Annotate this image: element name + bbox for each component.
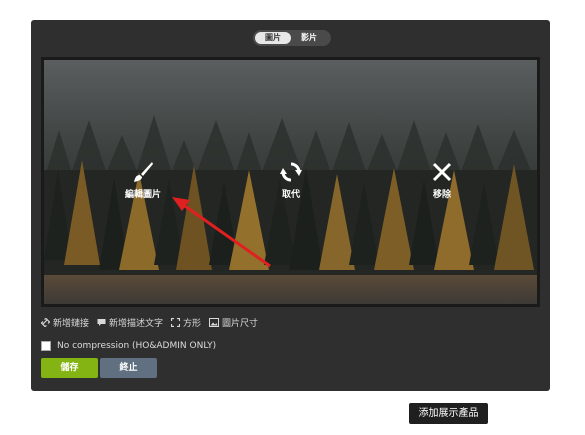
crop-square-icon — [171, 318, 181, 327]
image-size-label: 圖片尺寸 — [222, 319, 259, 329]
no-compression-option: No compression (HO&ADMIN ONLY) — [41, 341, 216, 351]
remove-action[interactable]: 移除 — [420, 161, 464, 200]
image-toolbar: 新增鏈接 新增描述文字 方形 圖片尺寸 — [41, 316, 258, 329]
brush-icon — [134, 162, 153, 182]
save-button[interactable]: 儲存 — [41, 358, 98, 378]
add-link-label: 新增鏈接 — [53, 319, 90, 329]
no-compression-label: No compression (HO&ADMIN ONLY) — [57, 341, 217, 351]
media-type-toggle: 圖片 影片 — [253, 30, 331, 46]
image-size-tool[interactable]: 圖片尺寸 — [209, 316, 258, 329]
link-icon — [41, 318, 50, 327]
no-compression-checkbox[interactable] — [41, 341, 51, 351]
add-caption-tool[interactable]: 新增描述文字 — [97, 316, 163, 329]
image-preview: 編輯圖片 取代 移除 — [41, 57, 540, 307]
toggle-video[interactable]: 影片 — [291, 32, 327, 44]
replace-action[interactable]: 取代 — [269, 161, 313, 200]
add-product-tooltip: 添加展示產品 — [409, 403, 488, 424]
close-icon — [432, 162, 452, 182]
refresh-icon — [280, 162, 302, 182]
cancel-button[interactable]: 終止 — [100, 358, 157, 378]
toggle-image[interactable]: 圖片 — [255, 32, 291, 44]
square-tool[interactable]: 方形 — [171, 316, 201, 329]
add-link-tool[interactable]: 新增鏈接 — [41, 316, 89, 329]
replace-label: 取代 — [281, 190, 300, 200]
action-buttons: 儲存 終止 — [41, 358, 157, 378]
edit-image-action[interactable]: 編輯圖片 — [117, 161, 169, 200]
image-editor-panel: 圖片 影片 編輯圖片 取代 移除 新增鏈接 新增描述文字 方形 圖片尺寸 No … — [31, 20, 550, 391]
remove-label: 移除 — [432, 190, 451, 200]
add-caption-label: 新增描述文字 — [109, 319, 164, 329]
image-icon — [209, 318, 220, 327]
edit-image-label: 編輯圖片 — [124, 190, 161, 200]
square-label: 方形 — [183, 319, 202, 329]
comment-icon — [97, 319, 106, 326]
